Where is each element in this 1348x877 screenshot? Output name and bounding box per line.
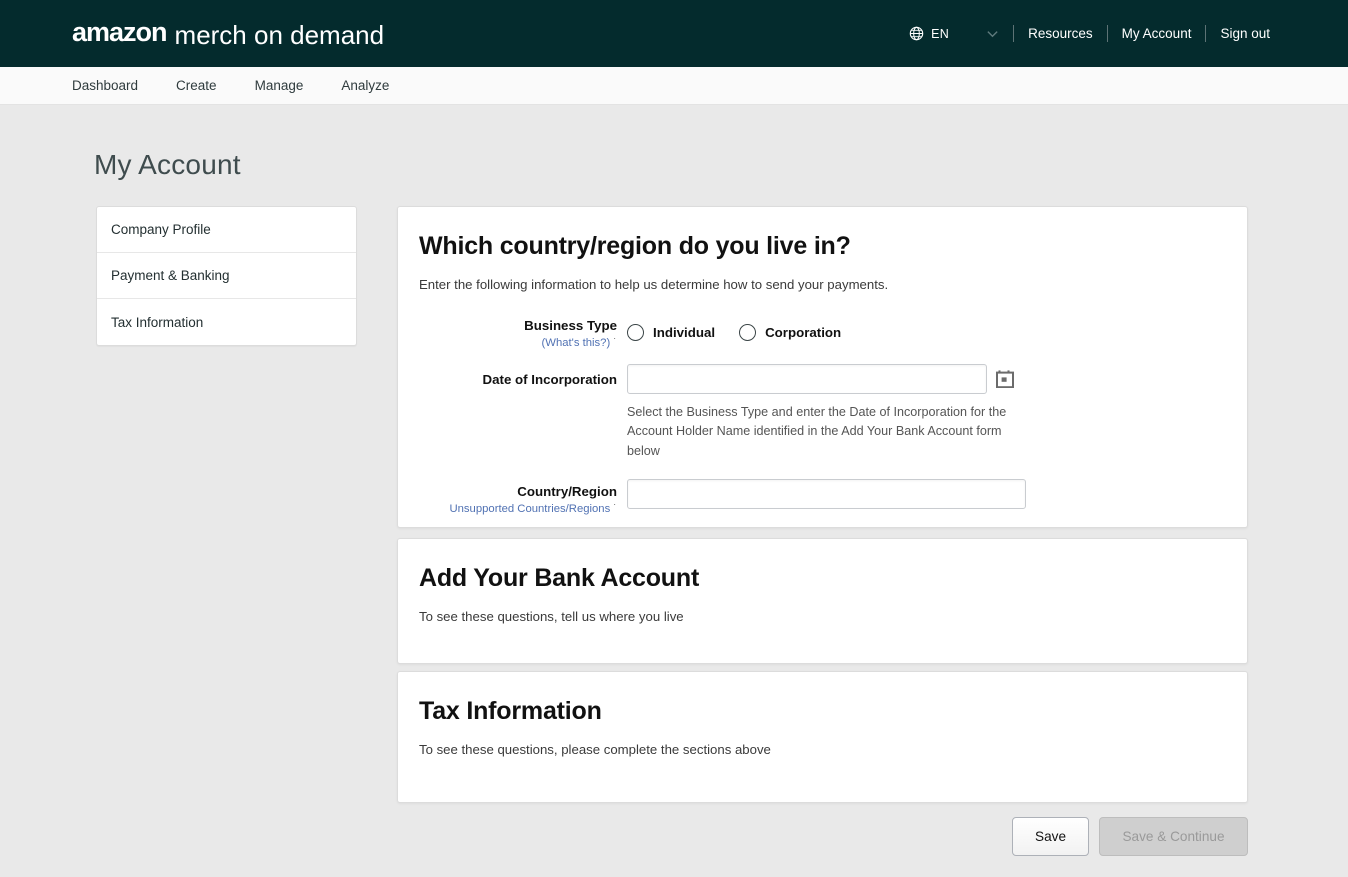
country-region-label: Country/Region [517,483,617,499]
radio-option-corporation[interactable]: Corporation [739,324,841,341]
sidebar-item-payment-banking[interactable]: Payment & Banking [97,253,356,299]
bank-card-title: Add Your Bank Account [419,564,700,592]
whats-this-dash-icon: ˙ [613,337,617,349]
language-selector[interactable]: EN [909,26,999,41]
page-body: My Account Company Profile Payment & Ban… [0,105,1348,877]
radio-label-individual: Individual [653,325,716,340]
whats-this-link[interactable]: (What's this?) ˙ [398,336,617,350]
nav-item-analyze[interactable]: Analyze [341,78,389,93]
chevron-down-icon[interactable] [986,27,999,40]
country-region-input[interactable] [627,478,1026,509]
form-actions: Save Save & Continue [1012,817,1248,856]
save-button[interactable]: Save [1012,817,1089,856]
tax-information-card: Tax Information To see these questions, … [397,671,1248,803]
nav-item-create[interactable]: Create [176,78,217,93]
tax-card-subtitle: To see these questions, please complete … [419,742,771,757]
bank-card-subtitle: To see these questions, tell us where yo… [419,609,684,624]
language-label: EN [931,26,950,41]
country-field-group [627,478,1026,516]
unsupported-dash-icon: ˙ [613,502,617,515]
sidebar-item-label: Tax Information [111,314,204,330]
brand-logo[interactable]: amazon merch on demand [72,17,385,50]
date-of-incorporation-row: Date of Incorporation Select the Busines… [398,364,1247,461]
header-divider [1013,25,1015,42]
brand-tagline: merch on demand [174,20,385,50]
header-divider [1205,25,1207,42]
account-sidebar: Company Profile Payment & Banking Tax In… [96,206,357,346]
whats-this-link-text: (What's this?) [541,337,611,349]
business-type-label: Business Type [524,318,617,333]
header-divider [1106,25,1108,42]
date-of-incorporation-label: Date of Incorporation [482,372,617,387]
country-region-card: Which country/region do you live in? Ent… [397,206,1248,528]
date-of-incorporation-help-text: Select the Business Type and enter the D… [627,405,1007,458]
country-card-subtitle: Enter the following information to help … [419,277,889,292]
business-type-label-col: Business Type (What's this?) ˙ [398,314,627,350]
nav-item-manage[interactable]: Manage [255,78,304,93]
tax-card-title: Tax Information [419,697,602,725]
sidebar-item-label: Company Profile [111,222,211,237]
nav-item-dashboard[interactable]: Dashboard [72,78,138,93]
business-type-row: Business Type (What's this?) ˙ Individual… [398,314,1247,350]
sidebar-item-company-profile[interactable]: Company Profile [97,207,356,253]
bank-account-card: Add Your Bank Account To see these quest… [397,538,1248,664]
sidebar-item-label: Payment & Banking [111,268,230,283]
sidebar-item-tax-information[interactable]: Tax Information [97,299,356,345]
brand-amazon-word: amazon [72,17,168,47]
country-card-title: Which country/region do you live in? [419,232,851,260]
header-link-sign-out[interactable]: Sign out [1220,26,1270,41]
radio-label-corporation: Corporation [765,325,842,340]
country-label-col: Country/Region Unsupported Countries/Reg… [398,479,627,516]
date-field-group: Select the Business Type and enter the D… [627,364,1019,461]
radio-option-individual[interactable]: Individual [627,324,715,341]
unsupported-countries-link[interactable]: Unsupported Countries/Regions ˙ [398,502,617,516]
header-right-controls: EN Resources My Account Sign out [909,0,1270,67]
radio-circle-icon[interactable] [739,324,757,341]
header-link-my-account[interactable]: My Account [1122,26,1192,41]
globe-icon [909,26,924,41]
primary-nav: Dashboard Create Manage Analyze [0,67,1348,105]
date-of-incorporation-input[interactable] [627,364,987,394]
save-and-continue-button[interactable]: Save & Continue [1099,817,1248,856]
global-header: amazon merch on demand EN Resources My A… [0,0,1348,67]
header-link-resources[interactable]: Resources [1028,26,1093,41]
unsupported-countries-link-text: Unsupported Countries/Regions [449,502,611,515]
country-region-row: Country/Region Unsupported Countries/Reg… [398,478,1247,516]
calendar-icon[interactable] [996,370,1014,388]
date-label-col: Date of Incorporation [398,364,627,461]
business-type-radio-group: Individual Corporation [627,314,865,350]
radio-circle-icon[interactable] [627,324,644,341]
country-form: Business Type (What's this?) ˙ Individual… [398,314,1247,516]
page-title: My Account [94,149,241,180]
